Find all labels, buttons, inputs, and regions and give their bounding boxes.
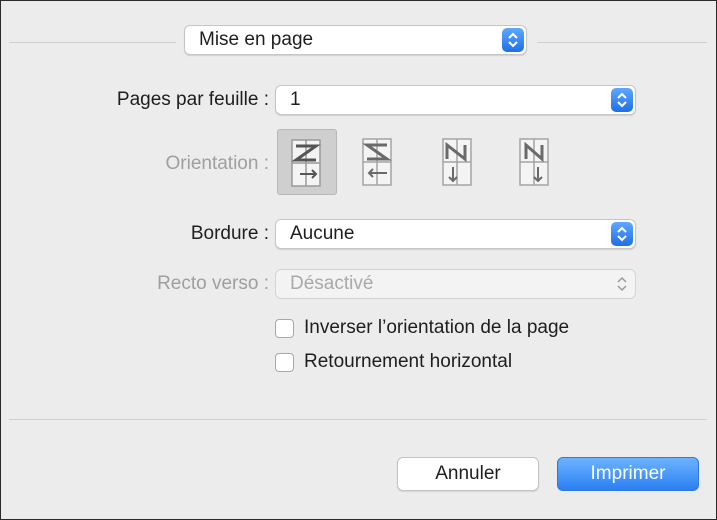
orientation-option-z[interactable] — [277, 129, 337, 195]
reverse-orientation-label[interactable]: Inverser l’orientation de la page — [304, 317, 569, 339]
n-layout-icon — [519, 138, 549, 186]
reverse-orientation-checkbox[interactable] — [275, 319, 294, 338]
orientation-label: Orientation : — [165, 153, 270, 174]
two-sided-popup[interactable]: Désactivé — [275, 269, 636, 299]
bottom-separator — [9, 419, 707, 420]
pages-per-sheet-label: Pages par feuille : — [116, 89, 269, 110]
section-popup[interactable]: Mise en page — [184, 25, 527, 55]
n-reverse-layout-icon — [442, 138, 472, 186]
border-label: Bordure : — [190, 223, 269, 244]
z-layout-icon — [291, 139, 321, 187]
section-popup-value: Mise en page — [199, 29, 314, 50]
cancel-button[interactable]: Annuler — [397, 457, 539, 491]
popup-arrows-icon — [502, 28, 524, 52]
reverse-z-layout-icon — [362, 138, 392, 186]
orientation-option-reverse-z[interactable] — [349, 129, 409, 195]
border-popup[interactable]: Aucune — [275, 219, 636, 249]
two-sided-label: Recto verso : — [157, 273, 269, 294]
print-dialog: Mise en page Pages par feuille : 1 Orien… — [0, 0, 717, 520]
pages-per-sheet-value: 1 — [290, 89, 301, 110]
border-value: Aucune — [290, 223, 355, 244]
popup-arrows-icon — [611, 272, 633, 296]
orientation-option-n-reverse[interactable] — [429, 129, 489, 195]
orientation-option-n[interactable] — [506, 129, 566, 195]
print-button[interactable]: Imprimer — [557, 457, 699, 491]
top-separator-right — [537, 42, 707, 43]
top-separator-left — [9, 42, 176, 43]
flip-horizontal-label[interactable]: Retournement horizontal — [304, 351, 512, 373]
pages-per-sheet-popup[interactable]: 1 — [275, 85, 636, 115]
flip-horizontal-checkbox[interactable] — [275, 353, 294, 372]
popup-arrows-icon — [611, 88, 633, 112]
two-sided-value: Désactivé — [290, 273, 374, 294]
popup-arrows-icon — [611, 222, 633, 246]
